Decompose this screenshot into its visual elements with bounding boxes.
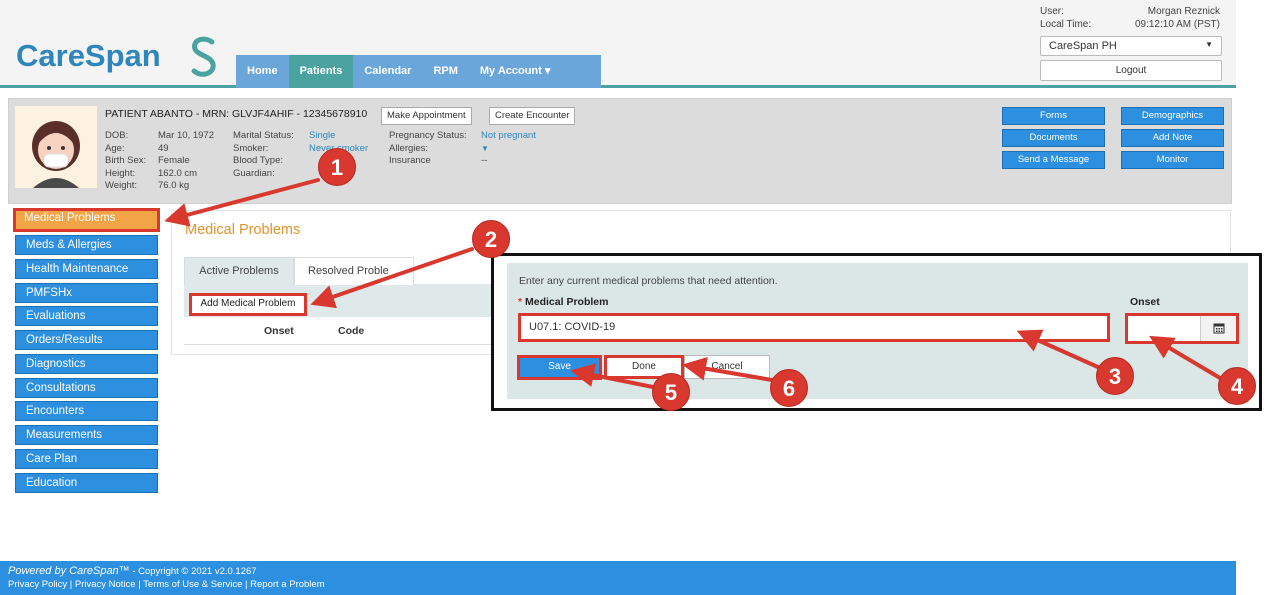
- documents-button[interactable]: Documents: [1002, 129, 1105, 147]
- dob-label: DOB:: [105, 130, 129, 141]
- tab-resolved-problems[interactable]: Resolved Proble: [294, 257, 414, 285]
- sidebar-item-care-plan[interactable]: Care Plan: [15, 449, 158, 469]
- age-label: Age:: [105, 142, 125, 154]
- org-select[interactable]: CareSpan PH ▼: [1040, 36, 1222, 56]
- page-title: Medical Problems: [185, 222, 301, 238]
- medical-problem-label-text: Medical Problem: [525, 296, 609, 308]
- sidebar-item-meds-allergies[interactable]: Meds & Allergies: [15, 235, 158, 255]
- patient-col3-values: Not pregnant ▼ --: [481, 130, 536, 168]
- dialog-instruction: Enter any current medical problems that …: [519, 275, 778, 287]
- demographics-button[interactable]: Demographics: [1121, 107, 1224, 125]
- monitor-button[interactable]: Monitor: [1121, 151, 1224, 169]
- user-label: User:: [1040, 6, 1064, 17]
- height-label: Height:: [105, 167, 136, 179]
- patient-col1-values: Mar 10, 1972 49 Female 162.0 cm 76.0 kg: [158, 130, 214, 193]
- patient-col1-labels: DOB: Age: Birth Sex: Height: Weight:: [105, 130, 146, 193]
- medical-problem-input[interactable]: U07.1: COVID-19: [518, 313, 1110, 342]
- local-time-value: 09:12:10 AM (PST): [1134, 19, 1220, 30]
- nav-tab-rpm[interactable]: RPM: [422, 55, 468, 88]
- patient-avatar: [15, 106, 97, 188]
- sidebar-item-orders-results[interactable]: Orders/Results: [15, 330, 158, 350]
- sidebar-item-medical-problems[interactable]: Medical Problems: [13, 208, 160, 232]
- add-medical-problem-button[interactable]: Add Medical Problem: [189, 293, 307, 316]
- make-appointment-button[interactable]: Make Appointment: [381, 107, 472, 125]
- marital-status-value[interactable]: Single: [309, 130, 368, 143]
- create-encounter-button[interactable]: Create Encounter: [489, 107, 576, 125]
- weight-value: 76.0 kg: [158, 180, 190, 192]
- allergies-label: Allergies:: [389, 142, 429, 154]
- sidebar-item-pmfshx[interactable]: PMFSHx: [15, 283, 158, 303]
- insurance-label: Insurance: [389, 155, 431, 167]
- birth-sex-label: Birth Sex:: [105, 155, 147, 167]
- blood-type-label: Blood Type:: [233, 155, 284, 167]
- column-header-onset[interactable]: Onset: [264, 325, 294, 337]
- cancel-button[interactable]: Cancel: [684, 355, 770, 379]
- allergies-dropdown-icon[interactable]: ▼: [481, 143, 536, 156]
- callout-1: 1: [318, 148, 356, 186]
- callout-6: 6: [770, 369, 808, 407]
- logout-button[interactable]: Logout: [1040, 60, 1222, 81]
- dob-value: Mar 10, 1972: [158, 130, 214, 141]
- send-message-button[interactable]: Send a Message: [1002, 151, 1105, 169]
- calendar-icon[interactable]: [1200, 316, 1236, 341]
- nav-tab-home[interactable]: Home: [236, 55, 289, 88]
- height-value: 162.0 cm: [158, 167, 198, 179]
- age-value: 49: [158, 142, 169, 154]
- forms-button[interactable]: Forms: [1002, 107, 1105, 125]
- nav-tab-patients[interactable]: Patients: [288, 55, 354, 88]
- local-time-label: Local Time:: [1040, 19, 1092, 30]
- save-button[interactable]: Save: [517, 355, 602, 380]
- guardian-label: Guardian:: [233, 167, 275, 179]
- footer-links[interactable]: Privacy Policy | Privacy Notice | Terms …: [8, 579, 1228, 590]
- callout-5: 5: [652, 373, 690, 411]
- patient-col2-labels: Marital Status: Smoker: Blood Type: Guar…: [233, 130, 294, 180]
- user-name: Morgan Reznick: [1147, 6, 1220, 17]
- pregnancy-status-label: Pregnancy Status:: [389, 130, 467, 141]
- callout-3: 3: [1096, 357, 1134, 395]
- sidebar-item-education[interactable]: Education: [15, 473, 158, 493]
- footer: Powered by CareSpan™ - Copyright © 2021 …: [0, 561, 1236, 595]
- add-note-button[interactable]: Add Note: [1121, 129, 1224, 147]
- sidebar-item-measurements[interactable]: Measurements: [15, 425, 158, 445]
- caret-down-icon: ▼: [1205, 40, 1213, 49]
- insurance-value: --: [481, 155, 488, 167]
- user-info: User: Morgan Reznick Local Time: 09:12:10 …: [1040, 6, 1220, 32]
- marital-status-label: Marital Status:: [233, 130, 294, 141]
- sidebar-item-health-maintenance[interactable]: Health Maintenance: [15, 259, 158, 279]
- column-header-code[interactable]: Code: [338, 325, 364, 337]
- sidebar-item-diagnostics[interactable]: Diagnostics: [15, 354, 158, 374]
- divider: [184, 344, 504, 345]
- sidebar-item-consultations[interactable]: Consultations: [15, 378, 158, 398]
- medical-problem-label: * Medical Problem: [518, 296, 608, 308]
- pregnancy-status-value[interactable]: Not pregnant: [481, 130, 536, 143]
- onset-label: Onset: [1130, 296, 1160, 308]
- birth-sex-value: Female: [158, 155, 190, 167]
- patient-col3-labels: Pregnancy Status: Allergies: Insurance: [389, 130, 467, 168]
- callout-4: 4: [1218, 367, 1256, 405]
- main-nav: Home Patients Calendar RPM My Account ▾: [236, 55, 601, 88]
- patient-title: PATIENT ABANTO - MRN: GLVJF4AHIF - 12345…: [105, 108, 368, 120]
- copyright: - Copyright © 2021 v2.0.1267: [129, 566, 257, 577]
- carespan-logo-mark-icon: [191, 36, 216, 77]
- weight-label: Weight:: [105, 180, 138, 192]
- carespan-logo[interactable]: CareSpan: [16, 38, 161, 74]
- onset-date-input[interactable]: [1125, 313, 1239, 344]
- sidebar-item-evaluations[interactable]: Evaluations: [15, 306, 158, 326]
- nav-tab-my-account[interactable]: My Account ▾: [469, 55, 562, 88]
- tab-active-problems[interactable]: Active Problems: [184, 257, 294, 285]
- required-mark: *: [518, 296, 523, 308]
- smoker-label: Smoker:: [233, 142, 269, 154]
- callout-2: 2: [472, 220, 510, 258]
- powered-by: Powered by CareSpan™: [8, 565, 130, 577]
- org-select-value: CareSpan PH: [1049, 40, 1117, 52]
- sidebar-item-encounters[interactable]: Encounters: [15, 401, 158, 421]
- nav-tab-calendar[interactable]: Calendar: [353, 55, 422, 88]
